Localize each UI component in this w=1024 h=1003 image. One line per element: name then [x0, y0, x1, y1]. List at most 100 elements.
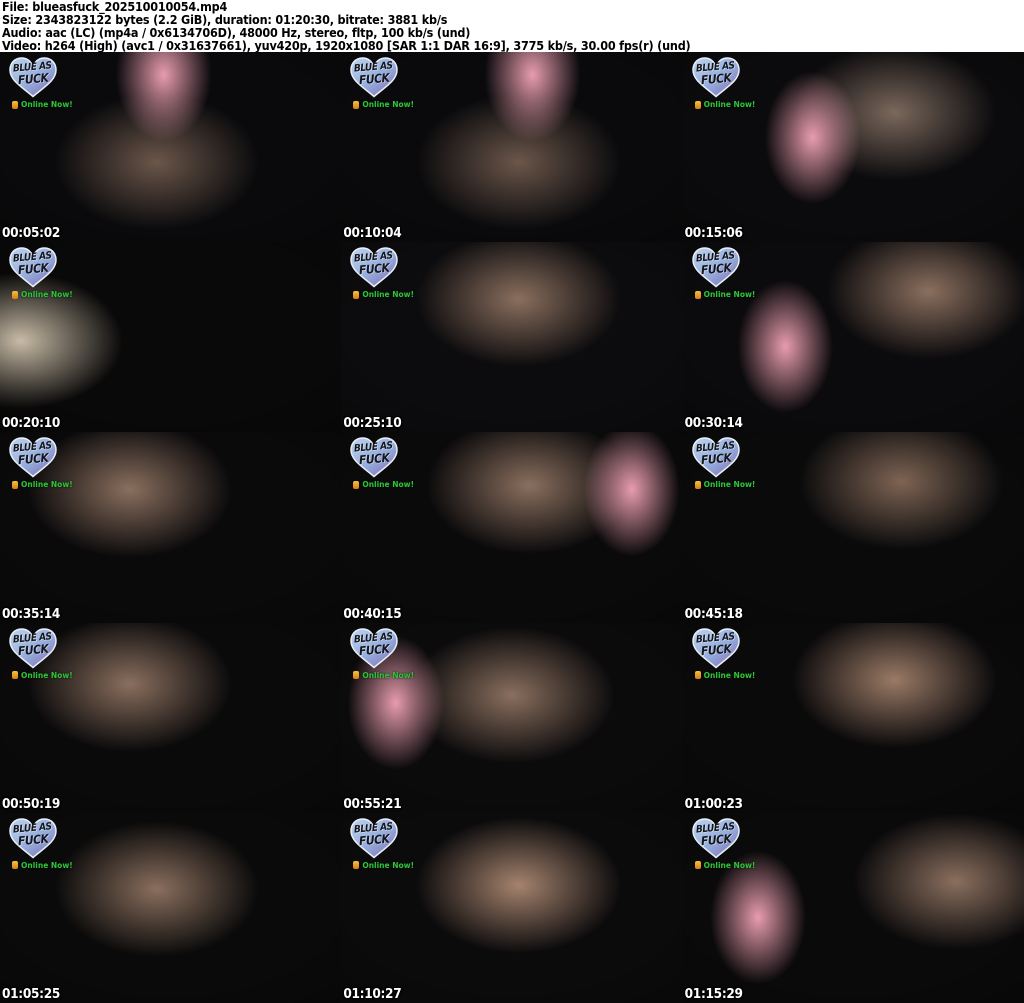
- online-status-icon: [12, 100, 18, 109]
- watermark-text-line2: FUCK: [358, 260, 391, 278]
- watermark-text-line2: FUCK: [700, 641, 732, 658]
- online-status-icon: [12, 671, 18, 680]
- blueasfuck-logo: BLUE AS FUCK Online Now!: [688, 245, 755, 303]
- blueasfuck-logo: BLUE AS FUCK Online Now!: [346, 816, 414, 874]
- online-status-label: Online Now!: [21, 480, 73, 490]
- timestamp-overlay: 00:20:10: [2, 415, 61, 432]
- online-status: Online Now!: [694, 480, 756, 490]
- online-status-icon: [694, 100, 701, 109]
- online-status: Online Now!: [694, 100, 756, 109]
- video-thumbnail[interactable]: BLUE AS FUCK Online Now! 01:05:25: [0, 812, 342, 1003]
- watermark-text-line2: FUCK: [700, 260, 732, 278]
- online-status-label: Online Now!: [362, 860, 415, 870]
- online-status-label: Online Now!: [21, 860, 73, 870]
- video-thumbnail[interactable]: BLUE AS FUCK Online Now! 00:45:18: [682, 432, 1024, 623]
- blueasfuck-logo: BLUE AS FUCK Online Now!: [346, 55, 414, 113]
- blueasfuck-logo: BLUE AS FUCK Online Now!: [688, 816, 755, 874]
- timestamp-overlay: 01:00:23: [684, 795, 743, 812]
- timestamp-overlay: 00:25:10: [343, 415, 402, 432]
- video-thumbnail[interactable]: BLUE AS FUCK Online Now! 00:20:10: [0, 242, 342, 433]
- timestamp-overlay: 00:30:14: [684, 415, 743, 432]
- blueasfuck-logo: BLUE AS FUCK Online Now!: [688, 626, 755, 684]
- online-status-label: Online Now!: [703, 670, 756, 680]
- online-status-icon: [12, 861, 18, 870]
- video-thumbnail[interactable]: BLUE AS FUCK Online Now! 00:50:19: [0, 622, 342, 813]
- video-thumbnail[interactable]: BLUE AS FUCK Online Now! 00:55:21: [341, 622, 683, 813]
- blueasfuck-logo: BLUE AS FUCK Online Now!: [346, 626, 414, 684]
- timestamp-overlay: 01:15:29: [684, 985, 743, 1002]
- online-status: Online Now!: [12, 480, 73, 489]
- video-thumbnail[interactable]: BLUE AS FUCK Online Now! 00:15:06: [682, 52, 1024, 243]
- video-thumbnail[interactable]: BLUE AS FUCK Online Now! 00:10:04: [341, 52, 683, 243]
- watermark-text-line2: FUCK: [700, 70, 732, 88]
- timestamp-overlay: 01:10:27: [343, 985, 402, 1002]
- online-status: Online Now!: [694, 670, 756, 680]
- online-status-icon: [353, 671, 360, 680]
- online-status-icon: [353, 861, 360, 870]
- online-status-label: Online Now!: [703, 480, 756, 490]
- online-status-icon: [353, 480, 360, 489]
- blueasfuck-logo: BLUE AS FUCK Online Now!: [346, 435, 414, 493]
- blueasfuck-logo: BLUE AS FUCK Online Now!: [5, 55, 73, 113]
- timestamp-overlay: 00:15:06: [684, 225, 743, 242]
- blueasfuck-logo: BLUE AS FUCK Online Now!: [346, 245, 414, 303]
- online-status: Online Now!: [353, 480, 414, 489]
- online-status-icon: [694, 290, 701, 299]
- online-status: Online Now!: [12, 861, 73, 870]
- online-status-icon: [12, 480, 18, 489]
- video-thumbnail[interactable]: BLUE AS FUCK Online Now! 00:25:10: [341, 242, 683, 433]
- media-info-header: File: blueasfuck_202510010054.mp4 Size: …: [0, 0, 1024, 52]
- timestamp-overlay: 01:05:25: [2, 985, 61, 1002]
- online-status: Online Now!: [12, 671, 73, 680]
- online-status-label: Online Now!: [362, 100, 415, 109]
- online-status-label: Online Now!: [21, 670, 73, 680]
- video-contact-sheet: File: blueasfuck_202510010054.mp4 Size: …: [0, 0, 1024, 1003]
- watermark-text-line2: FUCK: [17, 831, 49, 849]
- online-status-label: Online Now!: [21, 100, 73, 109]
- video-thumbnail[interactable]: BLUE AS FUCK Online Now! 01:15:29: [682, 812, 1024, 1003]
- blueasfuck-logo: BLUE AS FUCK Online Now!: [5, 435, 73, 493]
- blueasfuck-logo: BLUE AS FUCK Online Now!: [5, 245, 73, 303]
- watermark-text-line2: FUCK: [358, 70, 391, 88]
- online-status-icon: [694, 480, 701, 489]
- online-status-label: Online Now!: [362, 290, 415, 300]
- online-status-label: Online Now!: [362, 480, 415, 490]
- watermark-text-line2: FUCK: [17, 641, 49, 658]
- blueasfuck-logo: BLUE AS FUCK Online Now!: [688, 435, 755, 493]
- online-status: Online Now!: [353, 100, 414, 109]
- online-status-label: Online Now!: [703, 290, 756, 300]
- timestamp-overlay: 00:50:19: [2, 795, 61, 812]
- blueasfuck-logo: BLUE AS FUCK Online Now!: [5, 626, 73, 684]
- watermark-text-line2: FUCK: [17, 70, 49, 88]
- blueasfuck-logo: BLUE AS FUCK Online Now!: [688, 55, 755, 113]
- online-status-label: Online Now!: [362, 670, 415, 680]
- online-status: Online Now!: [353, 861, 414, 870]
- online-status-icon: [694, 861, 701, 870]
- online-status-label: Online Now!: [21, 290, 73, 300]
- video-thumbnail[interactable]: BLUE AS FUCK Online Now! 00:35:14: [0, 432, 342, 623]
- online-status-icon: [694, 671, 701, 680]
- timestamp-overlay: 00:55:21: [343, 795, 402, 812]
- timestamp-overlay: 00:40:15: [343, 605, 402, 622]
- video-thumbnail[interactable]: BLUE AS FUCK Online Now! 00:40:15: [341, 432, 683, 623]
- watermark-text-line2: FUCK: [700, 831, 732, 849]
- online-status: Online Now!: [353, 290, 414, 299]
- online-status-icon: [12, 290, 18, 299]
- video-thumbnail[interactable]: BLUE AS FUCK Online Now! 01:10:27: [341, 812, 683, 1003]
- timestamp-overlay: 00:05:02: [2, 225, 61, 242]
- video-thumbnail[interactable]: BLUE AS FUCK Online Now! 00:30:14: [682, 242, 1024, 433]
- watermark-text-line2: FUCK: [358, 641, 391, 658]
- timestamp-overlay: 00:45:18: [684, 605, 743, 622]
- online-status: Online Now!: [353, 671, 414, 680]
- online-status: Online Now!: [694, 290, 756, 300]
- timestamp-overlay: 00:10:04: [343, 225, 402, 242]
- video-thumbnail[interactable]: BLUE AS FUCK Online Now! 00:05:02: [0, 52, 342, 243]
- blueasfuck-logo: BLUE AS FUCK Online Now!: [5, 816, 73, 874]
- online-status: Online Now!: [12, 100, 73, 109]
- thumbnail-grid: BLUE AS FUCK Online Now! 00:05:02 BLUE A…: [0, 52, 1024, 1003]
- watermark-text-line2: FUCK: [17, 260, 49, 278]
- timestamp-overlay: 00:35:14: [2, 605, 61, 622]
- online-status-label: Online Now!: [703, 100, 756, 109]
- online-status-icon: [353, 100, 360, 109]
- video-thumbnail[interactable]: BLUE AS FUCK Online Now! 01:00:23: [682, 622, 1024, 813]
